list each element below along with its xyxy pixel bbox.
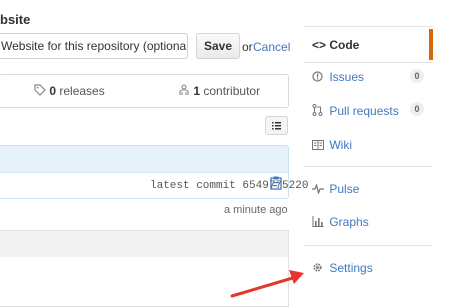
contributors-count: 1 — [193, 84, 201, 98]
pull-request-icon — [312, 104, 326, 118]
nav-item-pulse[interactable]: Pulse — [312, 182, 359, 196]
commit-panel-header — [0, 146, 288, 172]
releases-link[interactable]: 0 releases — [34, 84, 105, 98]
contributors-link[interactable]: 1 contributor — [178, 84, 260, 98]
issue-icon — [312, 70, 326, 84]
issues-counter: 0 — [410, 69, 424, 83]
nav-item-label: Code — [329, 38, 360, 52]
nav-item-issues[interactable]: Issues — [312, 70, 364, 84]
clipboard-icon[interactable] — [270, 176, 282, 190]
nav-item-label: Graphs — [329, 215, 369, 229]
list-icon — [272, 122, 281, 130]
gear-icon — [312, 261, 326, 275]
latest-commit-text[interactable]: latest commit 6549775220 — [150, 180, 308, 192]
code-icon: <> — [312, 38, 327, 52]
divider — [303, 166, 433, 167]
cancel-link[interactable]: Cancel — [253, 40, 290, 54]
graph-icon — [312, 215, 326, 229]
nav-item-label: Pull requests — [329, 104, 399, 118]
book-icon — [312, 138, 326, 152]
contributors-label: contributor — [203, 84, 261, 98]
save-button[interactable]: Save — [196, 33, 240, 59]
nav-item-label: Wiki — [329, 138, 353, 152]
nav-item-settings[interactable]: Settings — [312, 261, 373, 275]
website-input[interactable] — [0, 33, 188, 59]
nav-item-label: Pulse — [329, 182, 360, 196]
list-view-toggle[interactable] — [265, 116, 288, 135]
nav-item-pull-requests[interactable]: Pull requests — [312, 104, 399, 118]
tag-icon — [34, 84, 46, 96]
file-list-header — [0, 230, 289, 258]
nav-item-graphs[interactable]: Graphs — [312, 215, 369, 229]
commit-time: a minute ago — [224, 204, 288, 216]
pull-requests-counter: 0 — [410, 102, 424, 116]
pulse-icon — [312, 182, 326, 196]
divider — [303, 62, 433, 63]
nav-item-label: Issues — [329, 70, 365, 84]
or-text: or — [242, 40, 253, 54]
repo-nav — [303, 26, 433, 246]
website-label: bsite — [0, 12, 31, 27]
nav-item-wiki[interactable]: Wiki — [312, 138, 352, 152]
organization-icon — [179, 84, 189, 95]
releases-label: releases — [59, 84, 105, 98]
nav-item-code[interactable]: <> Code — [312, 38, 359, 52]
divider — [0, 172, 288, 173]
active-indicator — [429, 29, 433, 60]
nav-item-label: Settings — [329, 261, 373, 275]
releases-count: 0 — [49, 84, 57, 98]
